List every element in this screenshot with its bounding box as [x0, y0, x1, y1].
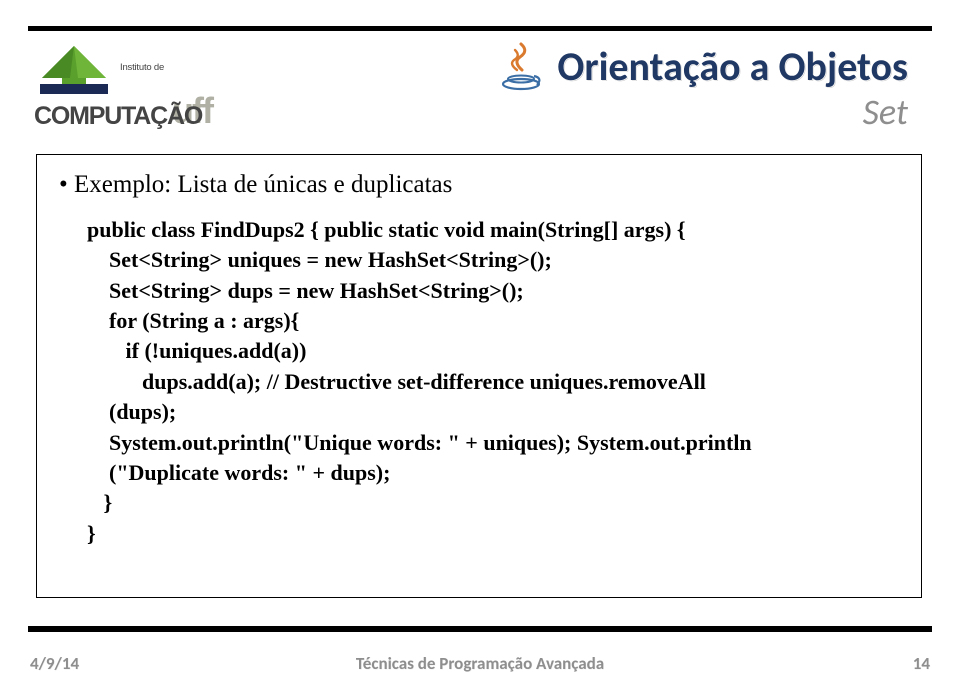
java-icon: [495, 40, 547, 92]
logo-text-line1: Instituto de: [120, 62, 164, 73]
logo-arrow-icon: [34, 44, 116, 104]
code-line: System.out.println("Unique words: " + un…: [87, 430, 752, 455]
content-box: • Exemplo: Lista de únicas e duplicatas …: [36, 154, 922, 598]
example-heading: • Exemplo: Lista de únicas e duplicatas: [59, 171, 899, 199]
code-line: }: [87, 521, 96, 546]
institute-logo: Instituto de uff COMPUTAÇÃO: [34, 44, 234, 140]
footer-center: Técnicas de Programação Avançada: [30, 653, 930, 674]
top-rule: [28, 26, 932, 31]
code-line: }: [87, 490, 112, 515]
footer: 4/9/14 Técnicas de Programação Avançada …: [30, 653, 930, 674]
logo-text-line2: COMPUTAÇÃO: [34, 102, 202, 131]
code-line: Set<String> uniques = new HashSet<String…: [87, 247, 552, 272]
code-line: (dups);: [87, 399, 176, 424]
code-block: public class FindDups2 { public static v…: [87, 215, 899, 549]
code-line: Set<String> dups = new HashSet<String>()…: [87, 278, 524, 303]
bottom-rule: [28, 626, 932, 632]
footer-date: 4/9/14: [30, 653, 79, 674]
page-subtitle: Set: [495, 90, 908, 134]
page-title: Orientação a Objetos: [557, 42, 908, 91]
footer-page-number: 14: [913, 653, 930, 674]
code-line: for (String a : args){: [87, 308, 299, 333]
code-line: if (!uniques.add(a)): [87, 338, 306, 363]
code-line: public class FindDups2 { public static v…: [87, 217, 686, 242]
code-line: dups.add(a); // Destructive set-differen…: [87, 369, 706, 394]
header-right: Orientação a Objetos Set: [495, 40, 908, 134]
code-line: ("Duplicate words: " + dups);: [87, 460, 390, 485]
